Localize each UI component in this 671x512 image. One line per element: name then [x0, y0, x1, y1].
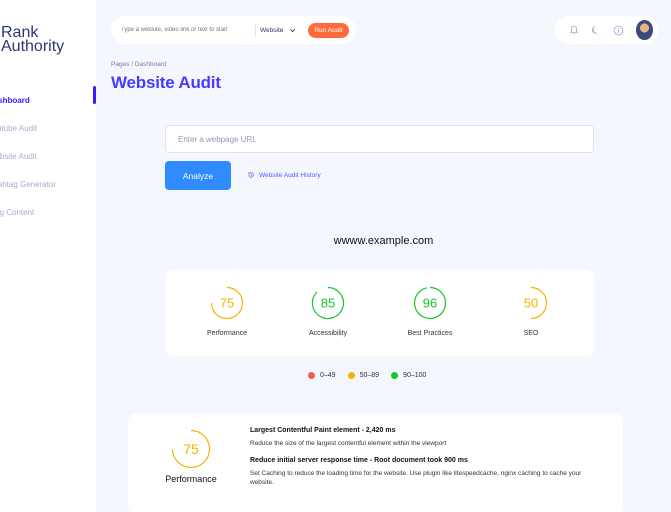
sidebar-item-label: Dashboard [0, 95, 30, 105]
avatar[interactable] [636, 20, 653, 40]
sidebar: Rank Authority Dashboard Youtube Audit W… [0, 0, 96, 512]
history-icon [248, 172, 254, 178]
score-label: Accessibility [308, 330, 348, 337]
legend-item-good: 90–100 [391, 372, 426, 379]
recommendation-item: Largest Contentful Paint element - 2,420… [250, 427, 605, 448]
sidebar-nav: Dashboard Youtube Audit Website Audit Ha… [0, 86, 96, 226]
legend-label: 50–89 [359, 372, 380, 379]
analyze-button[interactable]: Analyze [165, 161, 231, 190]
score-value: 75 [220, 296, 234, 311]
sidebar-item-label: Youtube Audit [0, 123, 38, 133]
score-value: 85 [321, 296, 335, 311]
sidebar-item-dashboard[interactable]: Dashboard [0, 86, 96, 114]
sidebar-item-hashtag-generator[interactable]: Hashtag Generator [0, 170, 96, 198]
chevron-down-icon [290, 28, 296, 32]
sidebar-item-label: Hashtag Generator [0, 179, 57, 189]
sidebar-item-youtube-audit[interactable]: Youtube Audit [0, 114, 96, 142]
score-gauge: 96 [414, 286, 447, 320]
moon-icon[interactable] [591, 24, 601, 36]
score-gauge: 75 [210, 286, 244, 320]
sidebar-item-blog-content[interactable]: Blog Content [0, 198, 96, 226]
top-search-bar: Website Run Audit [111, 16, 356, 44]
search-input[interactable] [121, 27, 253, 33]
green-dot-icon [391, 372, 399, 379]
score-value: 96 [423, 296, 437, 311]
detail-label: Performance [165, 474, 217, 484]
detail-score: 75 Performance [161, 429, 221, 484]
legend-label: 90–100 [403, 372, 427, 379]
score-best-practices: 96 Best Practices [380, 286, 480, 337]
sidebar-item-label: Website Audit [0, 151, 37, 161]
breadcrumb: Pages / Dashboard [111, 61, 167, 68]
top-actions [555, 16, 658, 44]
audit-history-label: Website Audit History [259, 171, 321, 179]
legend-item-poor: 0–49 [308, 372, 336, 379]
info-icon[interactable] [613, 24, 624, 36]
url-input[interactable]: Enter a webpage URL [165, 125, 594, 153]
score-label: SEO [523, 330, 539, 337]
recommendation-desc: Reduce the size of the largest contentfu… [250, 440, 447, 447]
score-value: 50 [524, 296, 538, 311]
recommendation-desc: Set Caching to reduce the loading time f… [250, 470, 582, 486]
orange-dot-icon [347, 372, 355, 379]
recommendation-title: Largest Contentful Paint element - 2,420… [250, 427, 396, 434]
score-accessibility: 85 Accessibility [278, 286, 378, 337]
performance-detail-card: 75 Performance Largest Contentful Paint … [128, 414, 623, 512]
score-gauge: 75 [171, 429, 211, 469]
score-legend: 0–49 50–89 90–100 [308, 372, 426, 379]
divider [255, 24, 256, 36]
type-select[interactable]: Website [260, 27, 296, 34]
brand-logo: Rank Authority [1, 24, 65, 55]
audited-domain: wwww.example.com [333, 235, 434, 247]
score-performance: 75 Performance [177, 286, 277, 337]
score-label: Performance [206, 330, 248, 337]
score-seo: 50 SEO [481, 286, 581, 337]
url-input-placeholder: Enter a webpage URL [178, 134, 257, 144]
score-label: Best Practices [407, 330, 453, 337]
score-gauge: 50 [524, 286, 548, 320]
legend-label: 0–49 [320, 372, 336, 379]
sidebar-item-label: Blog Content [0, 207, 35, 217]
type-select-value: Website [260, 26, 284, 34]
recommendation-list: Largest Contentful Paint element - 2,420… [250, 427, 605, 496]
audit-history-link[interactable]: Website Audit History [247, 171, 321, 179]
score-value: 75 [183, 441, 199, 457]
sidebar-item-website-audit[interactable]: Website Audit [0, 142, 96, 170]
score-gauge: 85 [311, 286, 344, 320]
active-indicator [93, 86, 96, 104]
red-dot-icon [308, 372, 315, 379]
run-audit-button[interactable]: Run Audit [308, 22, 349, 38]
page-title: Website Audit [111, 73, 221, 92]
recommendation-title: Reduce initial server response time - Ro… [250, 457, 468, 464]
legend-item-average: 50–89 [347, 372, 380, 379]
recommendation-item: Reduce initial server response time - Ro… [250, 457, 605, 487]
bell-icon[interactable] [569, 24, 579, 36]
score-summary-card: 75 Performance 85 Accessibility 96 Best … [166, 270, 594, 356]
